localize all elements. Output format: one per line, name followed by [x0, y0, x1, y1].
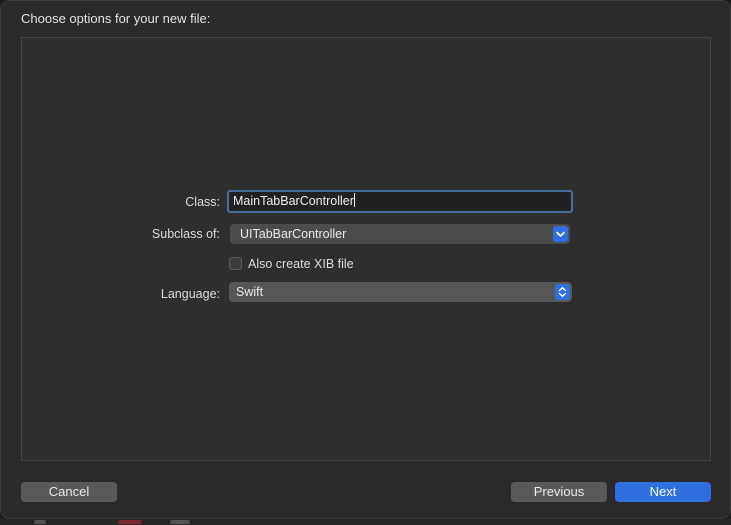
subclass-label: Subclass of:	[151, 227, 220, 241]
language-label: Language:	[160, 287, 220, 301]
cancel-button[interactable]: Cancel	[21, 482, 117, 502]
language-value: Swift	[236, 285, 264, 299]
class-name-value: MainTabBarController	[233, 194, 354, 208]
create-xib-label[interactable]: Also create XIB file	[248, 255, 354, 273]
new-file-options-dialog: Choose options for your new file: Class:…	[0, 0, 731, 519]
subclass-value: UITabBarController	[240, 227, 347, 241]
dialog-title: Choose options for your new file:	[21, 11, 211, 26]
chevron-down-icon	[553, 226, 568, 242]
next-button[interactable]: Next	[615, 482, 711, 502]
create-xib-checkbox[interactable]	[229, 257, 242, 270]
background-fragment	[34, 520, 46, 524]
class-label: Class:	[185, 195, 220, 209]
subclass-popup[interactable]: UITabBarController	[230, 224, 570, 244]
options-panel	[21, 37, 711, 461]
background-window-edge	[0, 519, 731, 525]
class-name-field[interactable]: MainTabBarController	[227, 190, 573, 213]
language-popup[interactable]: Swift	[229, 282, 572, 302]
background-fragment	[170, 520, 190, 524]
text-caret	[353, 193, 355, 207]
background-fragment	[118, 520, 142, 524]
up-down-chevron-icon	[555, 284, 570, 300]
previous-button[interactable]: Previous	[511, 482, 607, 502]
